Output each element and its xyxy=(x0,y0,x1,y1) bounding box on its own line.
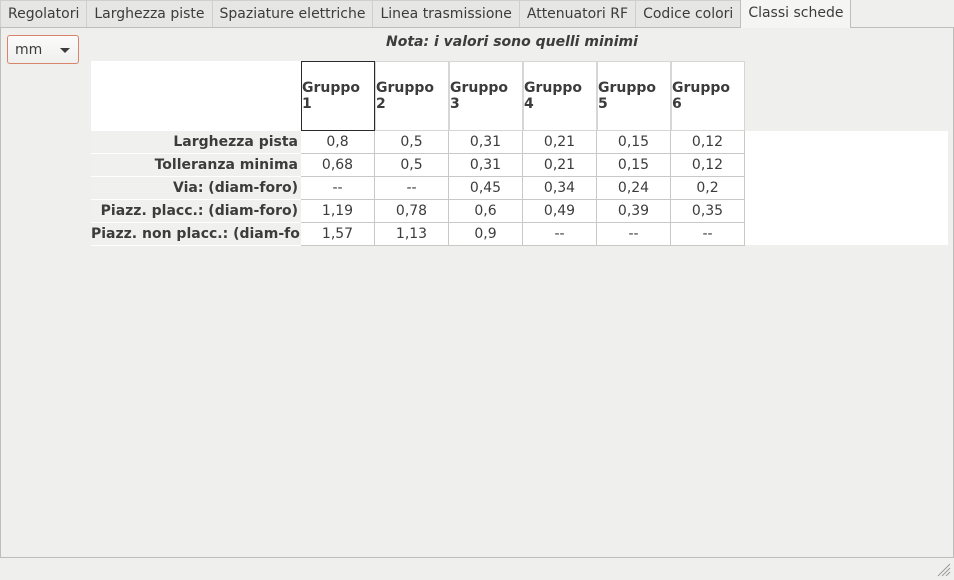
table-cell[interactable]: 0,35 xyxy=(671,200,745,223)
table-cell[interactable]: 1,19 xyxy=(301,200,375,223)
table-cell[interactable]: 0,2 xyxy=(671,177,745,200)
chevron-down-icon xyxy=(60,48,70,53)
table-cell[interactable]: 0,31 xyxy=(449,154,523,177)
table-cell[interactable]: 0,6 xyxy=(449,200,523,223)
unit-select-value: mm xyxy=(15,41,43,58)
tab-codice-colori[interactable]: Codice colori xyxy=(635,0,742,28)
column-header-gruppo-3[interactable]: Gruppo 3 xyxy=(449,61,523,131)
table-cell[interactable]: 0,8 xyxy=(301,131,375,154)
tab-larghezza-piste[interactable]: Larghezza piste xyxy=(86,0,213,28)
table-cell[interactable]: -- xyxy=(671,223,745,246)
table-cell[interactable]: 0,21 xyxy=(523,154,597,177)
table-cell[interactable]: 0,24 xyxy=(597,177,671,200)
table-cell[interactable]: 0,9 xyxy=(449,223,523,246)
row-header-tolleranza-minima[interactable]: Tolleranza minima xyxy=(91,154,301,177)
table-cell[interactable]: 0,49 xyxy=(523,200,597,223)
tab-spaziature-elettriche[interactable]: Spaziature elettriche xyxy=(211,0,374,28)
tab-bar: Regolatori Larghezza piste Spaziature el… xyxy=(0,0,954,28)
row-header-piazz-placc[interactable]: Piazz. placc.: (diam-foro) xyxy=(91,200,301,223)
table-corner xyxy=(91,61,301,131)
table-cell[interactable]: 0,78 xyxy=(375,200,449,223)
note-text: Nota: i valori sono quelli minimi xyxy=(386,34,638,50)
table-cell[interactable]: -- xyxy=(597,223,671,246)
table-cell[interactable]: -- xyxy=(375,177,449,200)
table-cell[interactable]: 0,34 xyxy=(523,177,597,200)
table-cell[interactable]: 0,31 xyxy=(449,131,523,154)
table-cell[interactable]: 0,5 xyxy=(375,154,449,177)
column-header-gruppo-1[interactable]: Gruppo 1 xyxy=(301,61,375,131)
tab-classi-schede[interactable]: Classi schede xyxy=(740,0,852,28)
unit-select[interactable]: mm xyxy=(7,35,79,64)
row-header-larghezza-pista[interactable]: Larghezza pista xyxy=(91,131,301,154)
table-cell[interactable]: 0,39 xyxy=(597,200,671,223)
table-cell[interactable]: 0,12 xyxy=(671,131,745,154)
column-header-gruppo-4[interactable]: Gruppo 4 xyxy=(523,61,597,131)
tab-regolatori[interactable]: Regolatori xyxy=(0,0,88,28)
tab-attenuatori-rf[interactable]: Attenuatori RF xyxy=(518,0,637,28)
table-cell[interactable]: 0,12 xyxy=(671,154,745,177)
table-cell[interactable]: 0,5 xyxy=(375,131,449,154)
column-header-gruppo-2[interactable]: Gruppo 2 xyxy=(375,61,449,131)
table-cell[interactable]: -- xyxy=(301,177,375,200)
table-cell[interactable]: 0,45 xyxy=(449,177,523,200)
row-header-piazz-non-placc[interactable]: Piazz. non placc.: (diam-foro) xyxy=(91,223,323,246)
column-header-gruppo-5[interactable]: Gruppo 5 xyxy=(597,61,671,131)
table-cell[interactable]: 0,15 xyxy=(597,154,671,177)
table-cell[interactable]: 1,57 xyxy=(301,223,375,246)
tab-linea-trasmissione[interactable]: Linea trasmissione xyxy=(372,0,520,28)
table-cell[interactable]: 0,15 xyxy=(597,131,671,154)
table-cell[interactable]: 1,13 xyxy=(375,223,449,246)
column-header-gruppo-6[interactable]: Gruppo 6 xyxy=(671,61,745,131)
row-header-via[interactable]: Via: (diam-foro) xyxy=(91,177,301,200)
table-cell[interactable]: 0,68 xyxy=(301,154,375,177)
resize-grip-icon[interactable] xyxy=(935,561,951,577)
table-cell[interactable]: -- xyxy=(523,223,597,246)
table-cell[interactable]: 0,21 xyxy=(523,131,597,154)
